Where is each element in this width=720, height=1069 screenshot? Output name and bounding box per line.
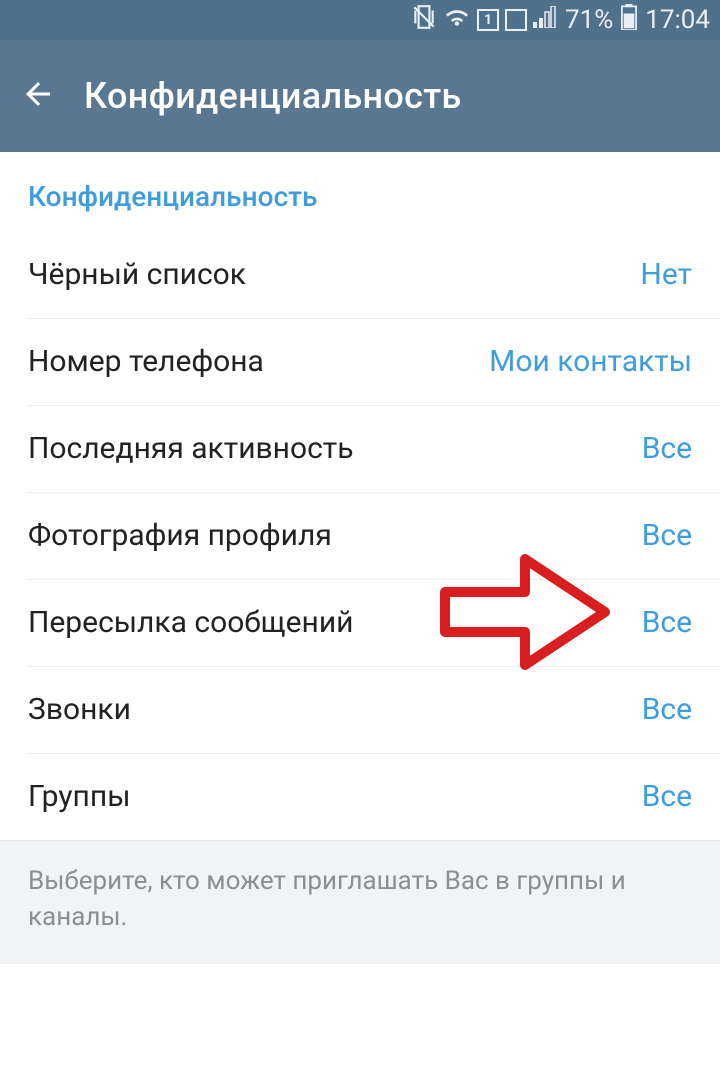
row-value: Нет xyxy=(640,257,692,292)
status-bar: 1 71% 17:04 xyxy=(0,0,720,40)
row-label: Звонки xyxy=(28,692,131,727)
row-value: Все xyxy=(642,605,692,640)
sim-slot-empty-icon xyxy=(505,9,527,31)
row-value: Все xyxy=(642,692,692,727)
row-label: Пересылка сообщений xyxy=(28,605,354,640)
row-label: Фотография профиля xyxy=(28,518,332,553)
settings-list: Конфиденциальность Чёрный список Нет Ном… xyxy=(0,152,720,964)
row-calls[interactable]: Звонки Все xyxy=(0,666,720,753)
row-last-seen[interactable]: Последняя активность Все xyxy=(0,405,720,492)
row-value: Все xyxy=(642,518,692,553)
clock-time: 17:04 xyxy=(645,5,710,35)
back-button[interactable] xyxy=(20,76,56,116)
row-groups[interactable]: Группы Все xyxy=(0,753,720,840)
status-icons: 1 xyxy=(411,4,557,36)
row-label: Номер телефона xyxy=(28,344,264,379)
row-value: Все xyxy=(642,779,692,814)
wifi-icon xyxy=(443,6,471,34)
row-label: Чёрный список xyxy=(28,257,246,292)
row-value: Все xyxy=(642,431,692,466)
battery-icon xyxy=(621,4,637,36)
battery-percent: 71% xyxy=(565,5,613,35)
page-title: Конфиденциальность xyxy=(84,75,462,117)
vibrate-mute-icon xyxy=(411,4,437,36)
row-label: Группы xyxy=(28,779,130,814)
section-header-privacy: Конфиденциальность xyxy=(0,152,720,231)
app-bar: Конфиденциальность xyxy=(0,40,720,152)
signal-icon xyxy=(533,6,557,34)
sim-slot-indicator: 1 xyxy=(477,9,499,31)
row-profile-photo[interactable]: Фотография профиля Все xyxy=(0,492,720,579)
row-blocked-users[interactable]: Чёрный список Нет xyxy=(0,231,720,318)
row-forwarded-messages[interactable]: Пересылка сообщений Все xyxy=(0,579,720,666)
row-value: Мои контакты xyxy=(489,344,692,379)
row-phone-number[interactable]: Номер телефона Мои контакты xyxy=(0,318,720,405)
footer-hint: Выберите, кто может приглашать Вас в гру… xyxy=(0,840,720,964)
row-label: Последняя активность xyxy=(28,431,354,466)
